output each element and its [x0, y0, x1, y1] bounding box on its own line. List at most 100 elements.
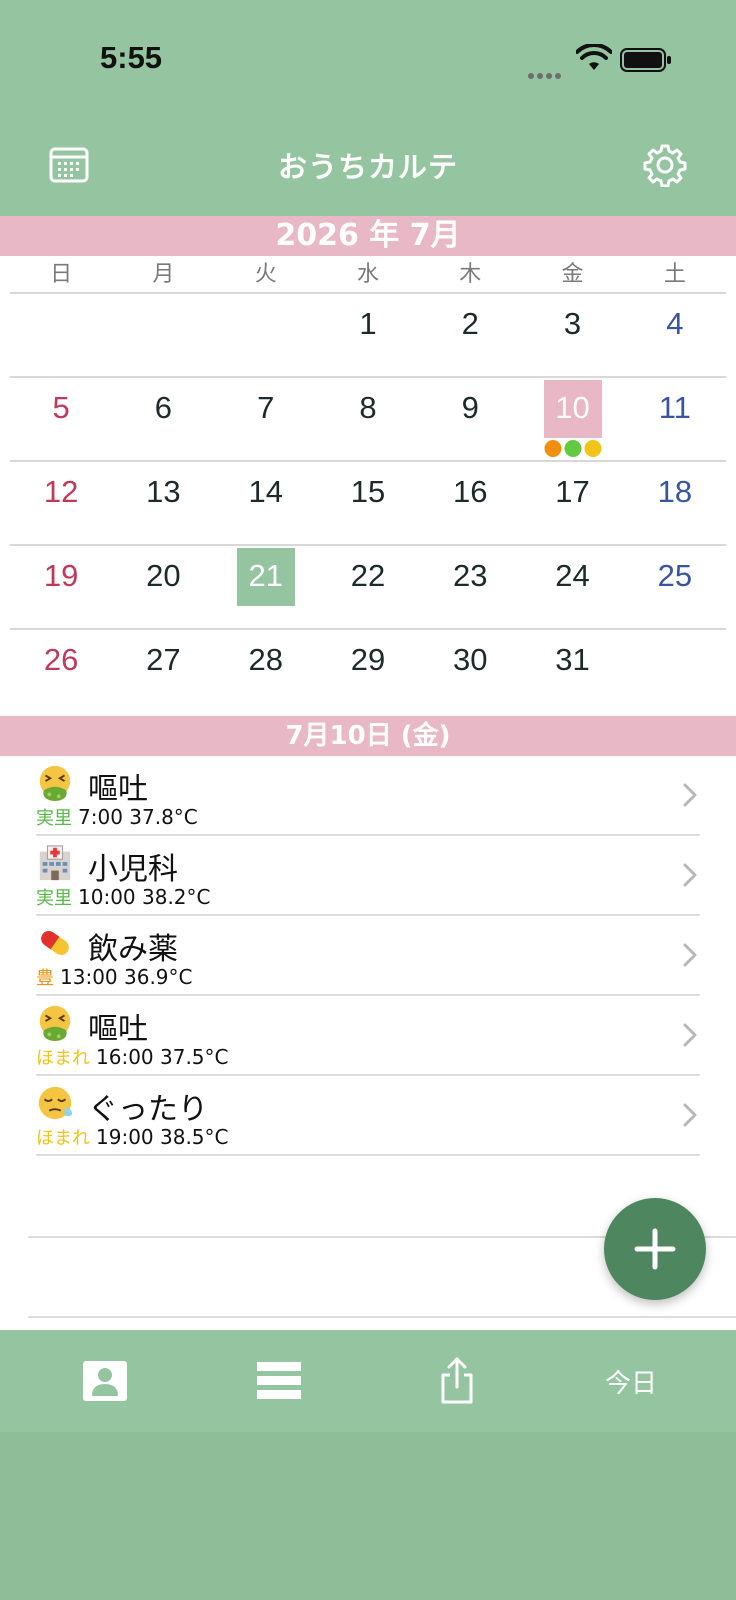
- selected-date-label: 7月10日 (金): [0, 716, 736, 756]
- day-number: 29: [350, 642, 386, 677]
- calendar-day-13[interactable]: 13: [112, 462, 214, 544]
- calendar-day-12[interactable]: 12: [10, 462, 112, 544]
- day-number: 19: [43, 558, 79, 593]
- calendar-day-10[interactable]: 10: [521, 378, 623, 460]
- chevron-right-icon: [683, 863, 697, 887]
- day-number: 6: [154, 390, 173, 425]
- calendar-day-1[interactable]: 1: [317, 294, 419, 376]
- calendar-day-4[interactable]: 4: [624, 294, 726, 376]
- chevron-right-icon: [683, 1023, 697, 1047]
- day-number: 7: [257, 390, 275, 425]
- event-title: 小児科: [88, 852, 178, 887]
- calendar-day-15[interactable]: 15: [317, 462, 419, 544]
- calendar-day-22[interactable]: 22: [317, 546, 419, 628]
- tab-profile[interactable]: [60, 1330, 150, 1432]
- event-row[interactable]: ぐったり ほまれ 19:00 38.5°C: [36, 1076, 700, 1156]
- event-marker-dot: [544, 440, 562, 457]
- share-icon: [441, 1357, 473, 1404]
- calendar-day-19[interactable]: 19: [10, 546, 112, 628]
- calendar-day-14[interactable]: 14: [215, 462, 317, 544]
- event-list: 嘔吐 実里 7:00 37.8°C 小児科 実里 10:00 38.2°C 飲み薬豊 13:0…: [36, 756, 700, 1156]
- day-number: 21: [236, 548, 295, 606]
- calendar-day-21[interactable]: 21: [215, 546, 317, 628]
- status-icons: [520, 42, 671, 79]
- event-row[interactable]: 飲み薬豊 13:00 36.9°C: [36, 916, 700, 996]
- calendar-day-empty: [215, 294, 317, 376]
- day-number: [646, 632, 704, 690]
- bottom-safe-area: [0, 1432, 736, 1600]
- calendar-day-5[interactable]: 5: [10, 378, 112, 460]
- event-title: 嘔吐: [88, 1012, 148, 1047]
- calendar-day-6[interactable]: 6: [112, 378, 214, 460]
- event-person: 実里: [36, 808, 72, 829]
- vomit-face-icon: [36, 1004, 74, 1042]
- calendar-day-empty: [112, 294, 214, 376]
- weekday-label: 日: [50, 262, 73, 287]
- calendar-day-24[interactable]: 24: [521, 546, 623, 628]
- calendar-day-18[interactable]: 18: [624, 462, 726, 544]
- day-number: 25: [657, 558, 693, 593]
- event-detail: 10:00 38.2°C: [78, 885, 211, 909]
- calendar-day-2[interactable]: 2: [419, 294, 521, 376]
- add-record-button[interactable]: [604, 1198, 706, 1300]
- day-number: 23: [453, 558, 488, 593]
- calendar-day-8[interactable]: 8: [317, 378, 419, 460]
- event-detail: 16:00 37.5°C: [96, 1045, 229, 1069]
- pill-icon: [36, 924, 74, 962]
- chevron-right-icon: [683, 943, 697, 967]
- event-detail: 7:00 37.8°C: [78, 805, 198, 829]
- app-title: おうちカルテ: [277, 150, 458, 184]
- calendar-grid: 1 2 3 4 5 6 7 8 9 10 11 12 13 14 15 16 17 18 19 20 21 22 23 24 2…: [10, 294, 726, 714]
- event-person: 豊: [36, 968, 54, 989]
- event-row[interactable]: 嘔吐 ほまれ 16:00 37.5°C: [36, 996, 700, 1076]
- vomit-face-icon: [36, 764, 74, 802]
- day-number: [237, 296, 295, 354]
- calendar-day-17[interactable]: 17: [521, 462, 623, 544]
- calendar-day-30[interactable]: 30: [419, 630, 521, 714]
- event-title: 飲み薬: [88, 932, 178, 967]
- hospital-icon: [36, 844, 74, 882]
- calendar-day-29[interactable]: 29: [317, 630, 419, 714]
- event-subtitle: 実里 10:00 38.2°C: [36, 884, 211, 910]
- calendar-day-empty: [624, 630, 726, 714]
- day-number: [134, 296, 192, 354]
- event-row[interactable]: 小児科 実里 10:00 38.2°C: [36, 836, 700, 916]
- calendar-week-row: 1 2 3 4: [10, 294, 726, 378]
- weekday-label: 金: [561, 262, 584, 287]
- calendar-day-28[interactable]: 28: [215, 630, 317, 714]
- settings-button[interactable]: [640, 140, 690, 190]
- calendar-day-11[interactable]: 11: [624, 378, 726, 460]
- weekday-label: 火: [254, 262, 277, 287]
- day-number: 2: [461, 306, 479, 341]
- calendar-week-row: 19 20 21 22 23 24 25: [10, 546, 726, 630]
- tab-today[interactable]: 今日: [586, 1330, 676, 1432]
- person-card-icon: [83, 1361, 127, 1401]
- calendar-day-25[interactable]: 25: [624, 546, 726, 628]
- weekday-header: 日月火水木金土: [10, 256, 726, 294]
- calendar-day-3[interactable]: 3: [521, 294, 623, 376]
- calendar-day-20[interactable]: 20: [112, 546, 214, 628]
- list-divider: [28, 1316, 736, 1318]
- calendar-day-26[interactable]: 26: [10, 630, 112, 714]
- event-person: ほまれ: [36, 1048, 90, 1069]
- calendar-day-27[interactable]: 27: [112, 630, 214, 714]
- day-number: 24: [555, 558, 590, 593]
- event-row[interactable]: 嘔吐 実里 7:00 37.8°C: [36, 756, 700, 836]
- calendar-day-16[interactable]: 16: [419, 462, 521, 544]
- tab-share[interactable]: [412, 1330, 502, 1432]
- event-title: ぐったり: [88, 1092, 208, 1127]
- day-number: 10: [543, 380, 602, 438]
- tab-list[interactable]: [234, 1330, 324, 1432]
- event-subtitle: ほまれ 16:00 37.5°C: [36, 1044, 229, 1070]
- day-number: 31: [555, 642, 590, 677]
- calendar-day-7[interactable]: 7: [215, 378, 317, 460]
- calendar-day-9[interactable]: 9: [419, 378, 521, 460]
- event-detail: 19:00 38.5°C: [96, 1125, 229, 1149]
- month-label: 2026 年 7月: [0, 216, 736, 256]
- day-number: 22: [350, 558, 386, 593]
- tab-bar: 今日: [0, 1330, 736, 1432]
- plus-icon: [634, 1228, 676, 1270]
- sleepy-face-icon: [36, 1084, 74, 1122]
- calendar-day-31[interactable]: 31: [521, 630, 623, 714]
- calendar-day-23[interactable]: 23: [419, 546, 521, 628]
